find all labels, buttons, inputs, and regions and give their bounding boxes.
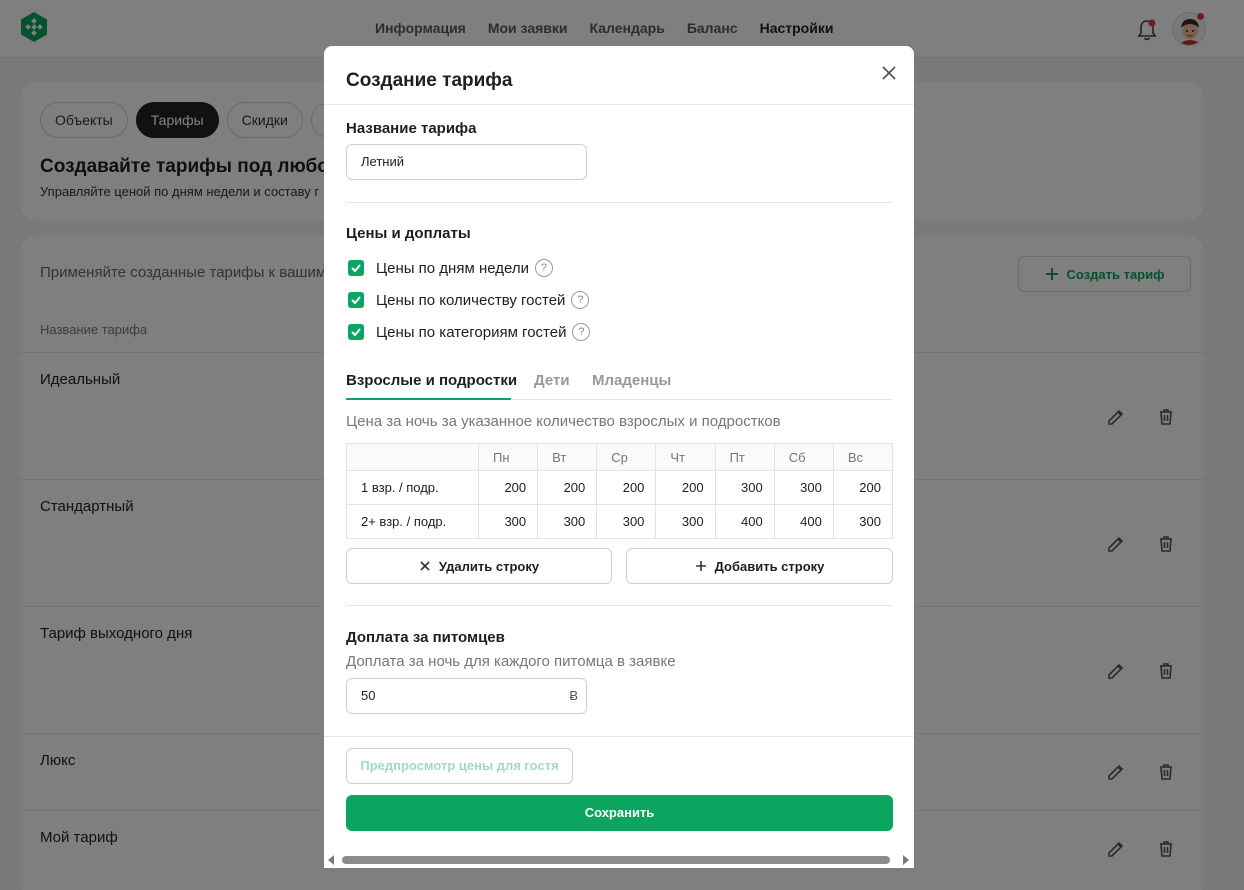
price-cell[interactable]: 400 [773,504,834,539]
close-icon [420,561,430,571]
price-cell[interactable]: 300 [773,470,834,505]
table-row: 2+ взр. / подр. 300 300 300 300 400 400 … [346,504,894,539]
price-cell[interactable]: 300 [832,504,894,539]
pet-surcharge-value: 50 [361,688,376,703]
price-cell[interactable]: 200 [477,470,539,505]
add-row-button[interactable]: Добавить строку [626,548,893,584]
tariff-name-input[interactable]: Летний [346,144,587,180]
plus-icon [695,561,706,571]
guest-price-preview-button[interactable]: Предпросмотр цены для гостя [346,748,573,784]
create-tariff-modal: Создание тарифа Название тарифа Летний Ц… [324,46,914,868]
checkbox-checked[interactable] [348,292,364,308]
help-icon[interactable]: ? [572,323,591,341]
checkbox-guest-count-prices[interactable]: Цены по количеству гостей ? [348,290,590,310]
add-row-label: Добавить строку [714,558,825,574]
price-cell[interactable]: 200 [537,470,598,505]
pet-surcharge-input[interactable]: 50 Ƀ [346,678,587,714]
help-icon[interactable]: ? [571,291,590,309]
price-cell[interactable]: 200 [832,470,894,505]
pets-hint: Доплата за ночь для каждого питомца в за… [346,653,676,670]
checkbox-label: Цены по количеству гостей [376,291,566,309]
checkbox-label: Цены по дням недели [376,259,529,277]
horizontal-scrollbar[interactable] [324,852,914,868]
checkbox-weekday-prices[interactable]: Цены по дням недели ? [348,258,553,278]
price-cell[interactable]: 300 [714,470,775,505]
divider [346,202,893,203]
day-header: Сб [773,443,834,471]
price-table-caption: Цена за ночь за указанное количество взр… [346,413,781,430]
price-table-header: Пн Вт Ср Чт Пт Сб Вс [346,443,894,471]
price-cell[interactable]: 300 [596,504,657,539]
row-label: 1 взр. / подр. [346,470,479,505]
divider [346,605,893,606]
price-cell[interactable]: 300 [655,504,716,539]
checkbox-checked[interactable] [348,260,364,276]
tab-adults-teens[interactable]: Взрослые и подростки [346,372,517,389]
checkmark-icon [351,264,361,273]
close-icon[interactable] [878,62,900,84]
day-header: Чт [655,443,716,471]
day-header: Пн [477,443,539,471]
price-cell[interactable]: 300 [477,504,539,539]
checkmark-icon [351,296,361,305]
guest-category-tabs: Взрослые и подростки Дети Младенцы [346,366,893,400]
day-header: Ср [596,443,657,471]
day-header: Вт [537,443,598,471]
day-header: Пт [714,443,775,471]
checkmark-icon [351,328,361,337]
checkbox-checked[interactable] [348,324,364,340]
price-cell[interactable]: 400 [714,504,775,539]
delete-row-label: Удалить строку [438,558,540,574]
footer-divider [324,736,914,737]
tariff-name-label: Название тарифа [346,120,477,137]
row-label: 2+ взр. / подр. [346,504,479,539]
price-cell[interactable]: 200 [655,470,716,505]
price-table: Пн Вт Ср Чт Пт Сб Вс 1 взр. / подр. 200 … [346,443,894,539]
checkbox-label: Цены по категориям гостей [376,323,567,341]
scroll-right-arrow-icon[interactable] [903,855,909,865]
modal-header: Создание тарифа [324,46,914,105]
table-row: 1 взр. / подр. 200 200 200 200 300 300 2… [346,470,894,505]
active-tab-indicator [346,398,511,400]
delete-row-button[interactable]: Удалить строку [346,548,612,584]
tab-children[interactable]: Дети [534,372,570,389]
pets-section-label: Доплата за питомцев [346,629,505,646]
currency-symbol: Ƀ [569,688,578,703]
price-cell[interactable]: 300 [537,504,598,539]
help-icon[interactable]: ? [534,259,553,277]
modal-title: Создание тарифа [346,70,513,91]
header-empty-cell [346,443,479,471]
checkbox-guest-category-prices[interactable]: Цены по категориям гостей ? [348,322,591,342]
price-cell[interactable]: 200 [596,470,657,505]
day-header: Вс [832,443,894,471]
prices-section-label: Цены и доплаты [346,225,471,242]
scroll-left-arrow-icon[interactable] [328,855,334,865]
save-button[interactable]: Сохранить [346,795,893,831]
scrollbar-thumb[interactable] [342,856,890,864]
tab-infants[interactable]: Младенцы [592,372,671,389]
